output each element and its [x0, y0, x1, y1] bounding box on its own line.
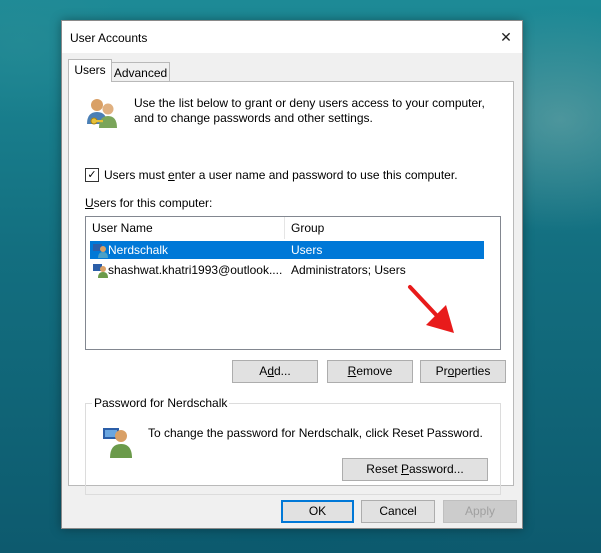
table-row[interactable]: shashwat.khatri1993@outlook.... Administ…	[90, 261, 484, 279]
require-login-label[interactable]: Users must enter a user name and passwor…	[104, 168, 458, 182]
remove-user-button[interactable]: Remove	[327, 360, 413, 383]
password-group-title: Password for Nerdschalk	[92, 396, 230, 410]
ok-button[interactable]: OK	[281, 500, 354, 523]
add-user-button[interactable]: Add...	[232, 360, 318, 383]
group-cell: Users	[291, 243, 323, 257]
red-arrow-icon	[408, 285, 454, 333]
column-header-group[interactable]: Group	[285, 217, 500, 239]
window-title: User Accounts	[70, 31, 148, 45]
tab-advanced[interactable]: Advanced	[112, 62, 170, 82]
password-help-text: To change the password for Nerdschalk, c…	[148, 426, 483, 440]
close-icon[interactable]: ✕	[490, 21, 522, 53]
intro-text: Use the list below to grant or deny user…	[134, 96, 485, 125]
users-group-icon	[87, 99, 117, 128]
user-icon	[93, 244, 108, 258]
user-accounts-dialog: User Accounts ✕ Users Advanced Use the l…	[61, 20, 523, 529]
properties-button[interactable]: Properties	[420, 360, 506, 383]
table-row[interactable]: Nerdschalk Users	[90, 241, 484, 259]
user-icon	[93, 264, 108, 278]
user-name-cell: Nerdschalk	[108, 243, 169, 257]
reset-password-button[interactable]: Reset Password...	[342, 458, 488, 481]
cancel-button[interactable]: Cancel	[361, 500, 435, 523]
tab-users[interactable]: Users	[68, 59, 112, 82]
user-name-cell: shashwat.khatri1993@outlook....	[108, 263, 283, 277]
title-bar: User Accounts ✕	[62, 21, 522, 53]
password-group: Password for Nerdschalk To change the pa…	[85, 396, 501, 495]
require-login-checkbox[interactable]: ✓	[85, 168, 99, 182]
users-list-label: Users for this computer:	[85, 196, 213, 210]
apply-button[interactable]: Apply	[443, 500, 517, 523]
user-key-icon	[103, 428, 132, 458]
group-cell: Administrators; Users	[291, 263, 406, 277]
column-header-user-name[interactable]: User Name	[86, 217, 285, 239]
